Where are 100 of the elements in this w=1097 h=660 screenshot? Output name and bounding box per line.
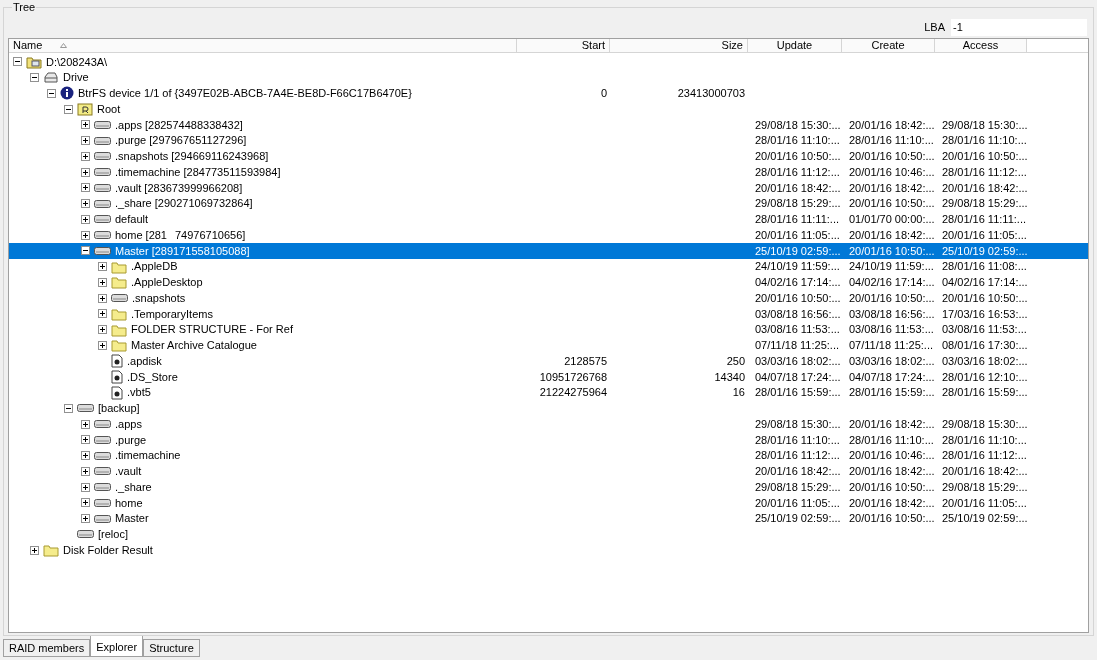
root-folder-icon [77, 102, 93, 117]
tree-row[interactable]: [reloc] [9, 526, 1088, 543]
expand-toggle-icon[interactable] [81, 514, 90, 524]
expand-toggle-icon[interactable] [30, 545, 39, 555]
tab[interactable]: Explorer [90, 636, 144, 657]
size-value: 23413000703 [677, 87, 745, 100]
expand-toggle-icon[interactable] [81, 482, 90, 492]
tree-row[interactable]: .DS_Store 10951726768 14340 04/07/18 17:24:... 04/07/18 17:24:... 28/01/16 12:10:... [9, 369, 1088, 385]
tree-row[interactable]: .snapshots 20/01/16 10:50:... 20/01/16 10:50:... 20/01/16 10:50:... [9, 290, 1088, 306]
collapse-toggle-icon[interactable] [81, 246, 90, 256]
size-value: 16 [732, 386, 745, 399]
access-date: 25/10/19 02:59:... [942, 244, 1028, 257]
tree-row[interactable]: [backup] [9, 400, 1088, 417]
tree-row[interactable]: Disk Folder Result [9, 542, 1088, 558]
update-date: 20/01/16 18:42:... [755, 465, 841, 478]
tree-row[interactable]: BtrFS device 1/1 of {3497E02B-ABCB-7A4E-BE8D-F66C17B6470E} 0 23413000703 [9, 85, 1088, 102]
tree-row[interactable]: .timemachine 28/01/16 11:12:... 20/01/16 10:46:... 28/01/16 11:12:... [9, 447, 1088, 464]
update-date: 28/01/16 15:59:... [755, 386, 841, 399]
column-header[interactable]: Size [610, 39, 748, 52]
expand-toggle-icon[interactable] [81, 183, 90, 193]
column-header[interactable]: Create [842, 39, 935, 52]
expand-toggle-icon[interactable] [98, 325, 107, 335]
tree-row[interactable]: .vault [283673999966208] 20/01/16 18:42:... 20/01/16 18:42:... 20/01/16 18:42:... [9, 180, 1088, 196]
expand-toggle-icon[interactable] [98, 309, 107, 319]
tab[interactable]: Structure [143, 639, 200, 657]
lba-field[interactable]: -1 [951, 18, 1087, 36]
expand-toggle-icon[interactable] [81, 120, 90, 130]
tree-row[interactable]: .vault 20/01/16 18:42:... 20/01/16 18:42:... 20/01/16 18:42:... [9, 463, 1088, 480]
create-date: 03/08/16 11:53:... [849, 323, 934, 336]
node-label: .snapshots [294669116243968] [115, 149, 269, 165]
expand-toggle-icon[interactable] [98, 277, 107, 287]
tree-row[interactable]: .TemporaryItems 03/08/18 16:56:... 03/08/18 16:56:... 17/03/16 16:53:... [9, 306, 1088, 322]
expand-toggle-icon[interactable] [98, 262, 107, 272]
tree-row[interactable]: Master [289171558105088] 25/10/19 02:59:... 20/01/16 10:50:... 25/10/19 02:59:... [9, 243, 1088, 259]
collapse-toggle-icon[interactable] [64, 403, 73, 413]
tree-row[interactable]: .purge [297967651127296] 28/01/16 11:10:... 28/01/16 11:10:... 28/01/16 11:10:... [9, 132, 1088, 149]
expand-toggle-icon[interactable] [81, 466, 90, 476]
expand-toggle-icon[interactable] [98, 293, 107, 303]
expand-toggle-icon[interactable] [81, 214, 90, 224]
tree-row[interactable]: ._share 29/08/18 15:29:... 20/01/16 10:50:... 29/08/18 15:29:... [9, 479, 1088, 495]
access-date: 20/01/16 18:42:... [942, 465, 1028, 478]
collapse-toggle-icon[interactable] [47, 88, 56, 98]
expand-toggle-icon[interactable] [81, 451, 90, 461]
node-label: Master Archive Catalogue [131, 338, 257, 354]
node-label: .apps [282574488338432] [115, 117, 243, 133]
column-header[interactable]: Start [517, 39, 610, 52]
tree-row[interactable]: FOLDER STRUCTURE - For Ref 03/08/16 11:53:... 03/08/16 11:53:... 03/08/16 11:53:... [9, 321, 1088, 338]
access-date: 20/01/16 10:50:... [942, 291, 1028, 304]
access-date: 20/01/16 18:42:... [942, 181, 1028, 194]
column-header[interactable]: Update [748, 39, 842, 52]
update-date: 20/01/16 18:42:... [755, 181, 841, 194]
expand-toggle-icon[interactable] [81, 419, 90, 429]
tree-row[interactable]: D:\208243A\ [9, 54, 1088, 70]
folder-icon [43, 543, 59, 558]
tree-row[interactable]: .apdisk 2128575 250 03/03/16 18:02:... 03/03/16 18:02:... 03/03/16 18:02:... [9, 353, 1088, 369]
tree-row[interactable]: .timemachine [284773511593984] 28/01/16 11:12:... 20/01/16 10:46:... 28/01/16 11:12:... [9, 164, 1088, 180]
tab[interactable]: RAID members [3, 639, 91, 657]
tree-row[interactable]: home 20/01/16 11:05:... 20/01/16 18:42:... 20/01/16 11:05:... [9, 495, 1088, 511]
create-date: 04/07/18 17:24:... [849, 370, 935, 383]
tree-row[interactable]: Drive [9, 69, 1088, 86]
update-date: 07/11/18 11:25:... [755, 339, 839, 352]
expand-toggle-icon[interactable] [81, 498, 90, 508]
node-label: .AppleDesktop [131, 275, 203, 291]
tree-row[interactable]: Root [9, 101, 1088, 117]
tree-row[interactable]: .apps [282574488338432] 29/08/18 15:30:... 20/01/16 18:42:... 29/08/18 15:30:... [9, 117, 1088, 133]
expand-toggle-icon[interactable] [81, 167, 90, 177]
tree-row[interactable]: ._share [290271069732864] 29/08/18 15:29:... 20/01/16 10:50:... 29/08/18 15:29:... [9, 195, 1088, 212]
column-header[interactable]: Name [9, 39, 517, 52]
collapse-toggle-icon[interactable] [30, 73, 39, 83]
expand-toggle-icon[interactable] [81, 151, 90, 161]
expand-toggle-icon[interactable] [81, 230, 90, 240]
update-date: 04/02/16 17:14:... [755, 276, 841, 289]
tree-row[interactable]: .AppleDB 24/10/19 11:59:... 24/10/19 11:59:... 28/01/16 11:08:... [9, 258, 1088, 275]
collapse-toggle-icon[interactable] [64, 104, 73, 114]
access-date: 25/10/19 02:59:... [942, 512, 1028, 525]
expand-toggle-icon[interactable] [81, 199, 90, 209]
tree-row[interactable]: .vbt5 21224275964 16 28/01/16 15:59:... 28/01/16 15:59:... 28/01/16 15:59:... [9, 384, 1088, 401]
expand-toggle-icon[interactable] [81, 435, 90, 445]
collapse-toggle-icon[interactable] [13, 57, 22, 67]
tree-row[interactable]: .AppleDesktop 04/02/16 17:14:... 04/02/16 17:14:... 04/02/16 17:14:... [9, 274, 1088, 291]
tree-row[interactable]: default 28/01/16 11:11:... 01/01/70 00:00:... 28/01/16 11:11:... [9, 211, 1088, 228]
access-date: 28/01/16 12:10:... [942, 370, 1028, 383]
access-date: 08/01/16 17:30:... [942, 339, 1028, 352]
tree-row[interactable]: Master 25/10/19 02:59:... 20/01/16 10:50:... 25/10/19 02:59:... [9, 510, 1088, 527]
update-date: 03/03/16 18:02:... [755, 354, 841, 367]
expand-toggle-icon[interactable] [81, 136, 90, 146]
folder-icon [111, 306, 127, 321]
column-header[interactable]: Access [935, 39, 1027, 52]
group-title: Tree [12, 1, 37, 14]
tree-row[interactable]: .purge 28/01/16 11:10:... 28/01/16 11:10:... 28/01/16 11:10:... [9, 432, 1088, 448]
tree-row[interactable]: Master Archive Catalogue 07/11/18 11:25:... 07/11/18 11:25:... 08/01/16 17:30:... [9, 337, 1088, 354]
node-label: .vbt5 [127, 385, 151, 401]
node-label: .snapshots [132, 290, 186, 306]
expand-toggle-icon[interactable] [98, 340, 107, 350]
file-icon [111, 369, 123, 384]
tree-row[interactable]: home [281 74976710656] 20/01/16 11:05:... 20/01/16 18:42:... 20/01/16 11:05:... [9, 227, 1088, 243]
tree-row[interactable]: .apps 29/08/18 15:30:... 20/01/16 18:42:... 29/08/18 15:30:... [9, 416, 1088, 432]
create-date: 28/01/16 15:59:... [849, 386, 935, 399]
tree-row[interactable]: .snapshots [294669116243968] 20/01/16 10:50:... 20/01/16 10:50:... 20/01/16 10:50:... [9, 148, 1088, 165]
node-label: D:\208243A\ [46, 54, 108, 70]
